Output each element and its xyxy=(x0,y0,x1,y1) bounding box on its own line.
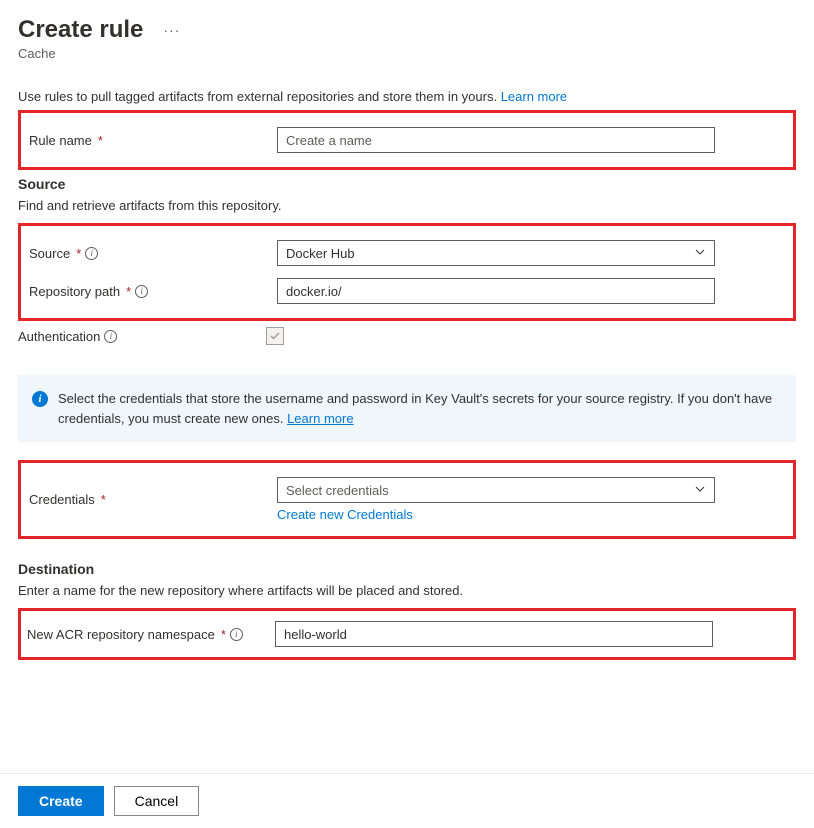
credentials-label: Credentials xyxy=(29,492,95,507)
info-icon[interactable]: i xyxy=(104,330,117,343)
required-indicator: * xyxy=(98,133,103,148)
more-icon[interactable]: ··· xyxy=(163,22,180,38)
namespace-label: New ACR repository namespace xyxy=(27,627,215,642)
repo-path-input[interactable] xyxy=(277,278,715,304)
source-select[interactable]: Docker Hub xyxy=(277,240,715,266)
info-banner-text: Select the credentials that store the us… xyxy=(58,391,772,426)
repo-path-label: Repository path xyxy=(29,284,120,299)
page-title: Create rule xyxy=(18,16,143,44)
required-indicator: * xyxy=(101,492,106,507)
required-indicator: * xyxy=(126,284,131,299)
info-icon[interactable]: i xyxy=(135,285,148,298)
info-banner: i Select the credentials that store the … xyxy=(18,375,796,442)
description-text: Use rules to pull tagged artifacts from … xyxy=(18,89,497,104)
cancel-button[interactable]: Cancel xyxy=(114,786,200,816)
source-section-desc: Find and retrieve artifacts from this re… xyxy=(18,198,796,213)
page-subtitle: Cache xyxy=(18,46,796,61)
info-icon[interactable]: i xyxy=(230,628,243,641)
required-indicator: * xyxy=(76,246,81,261)
banner-learn-more-link[interactable]: Learn more xyxy=(287,411,353,426)
rule-name-input[interactable] xyxy=(277,127,715,153)
info-icon[interactable]: i xyxy=(85,247,98,260)
credentials-select[interactable]: Select credentials xyxy=(277,477,715,503)
rule-name-label: Rule name xyxy=(29,133,92,148)
footer: Create Cancel xyxy=(0,773,814,828)
info-banner-icon: i xyxy=(32,391,48,407)
destination-section-title: Destination xyxy=(18,561,796,577)
learn-more-link[interactable]: Learn more xyxy=(501,89,567,104)
auth-checkbox xyxy=(266,327,284,345)
create-credentials-link[interactable]: Create new Credentials xyxy=(277,507,413,522)
source-section-title: Source xyxy=(18,176,796,192)
credentials-placeholder: Select credentials xyxy=(286,483,389,498)
namespace-input[interactable] xyxy=(275,621,713,647)
destination-section-desc: Enter a name for the new repository wher… xyxy=(18,583,796,598)
source-select-value: Docker Hub xyxy=(286,246,355,261)
source-label: Source xyxy=(29,246,70,261)
chevron-down-icon xyxy=(694,246,706,261)
auth-label: Authentication xyxy=(18,329,100,344)
required-indicator: * xyxy=(221,627,226,642)
chevron-down-icon xyxy=(694,483,706,498)
create-button[interactable]: Create xyxy=(18,786,104,816)
